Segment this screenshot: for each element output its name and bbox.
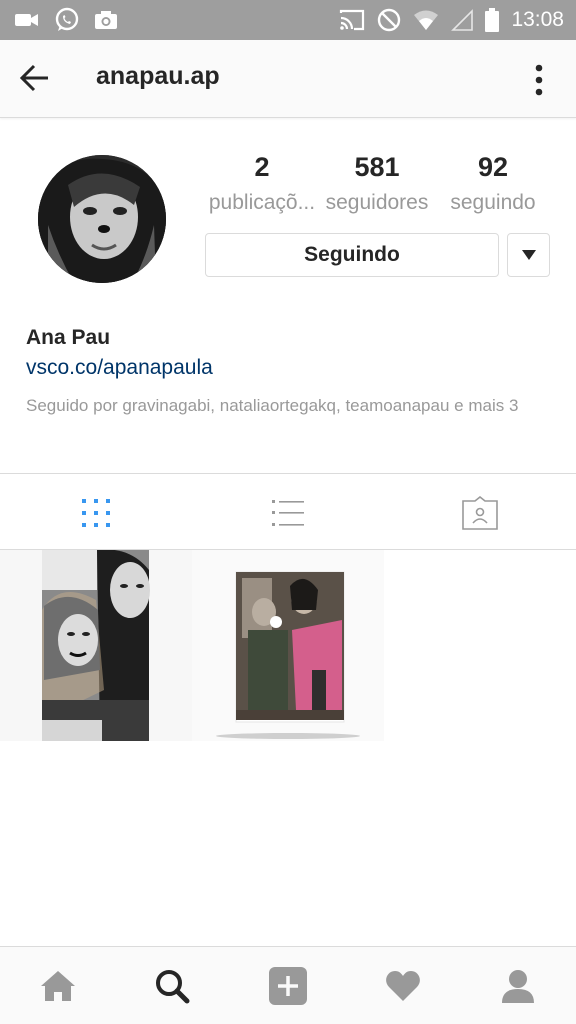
profile-icon bbox=[502, 970, 534, 1003]
post-image bbox=[192, 550, 384, 741]
stat-following[interactable]: 92 seguindo bbox=[444, 152, 542, 215]
stat-following-value: 92 bbox=[477, 152, 509, 182]
top-bar: anapau.ap bbox=[0, 40, 576, 118]
nav-activity[interactable] bbox=[381, 965, 425, 1007]
profile-username: anapau.ap bbox=[96, 62, 220, 90]
avatar[interactable] bbox=[38, 155, 166, 283]
avatar-photo bbox=[38, 155, 166, 283]
nav-search[interactable] bbox=[150, 965, 194, 1007]
grid-icon bbox=[82, 499, 110, 527]
list-icon bbox=[272, 500, 304, 526]
bottom-navigation bbox=[0, 946, 576, 1024]
battery-icon bbox=[485, 8, 500, 32]
stat-followers-label: seguidores bbox=[325, 191, 429, 214]
profile-full-name: Ana Pau bbox=[26, 326, 111, 349]
triangle-down-icon bbox=[521, 250, 536, 260]
stat-followers-value: 581 bbox=[354, 152, 400, 182]
arrow-left-icon bbox=[19, 64, 48, 92]
home-icon bbox=[41, 971, 75, 1001]
tab-grid[interactable] bbox=[66, 488, 126, 538]
bio-link[interactable]: vsco.co/apanapaula bbox=[26, 356, 213, 380]
status-bar: 13:08 bbox=[0, 0, 576, 40]
search-icon bbox=[156, 970, 190, 1004]
stat-posts-value: 2 bbox=[254, 152, 270, 182]
followed-by-text[interactable]: Seguido por gravinagabi, nataliaortegakq… bbox=[26, 392, 536, 419]
stat-posts-label: publicaçõ... bbox=[208, 191, 316, 214]
post-thumbnail[interactable] bbox=[192, 550, 384, 741]
nav-profile[interactable] bbox=[496, 965, 540, 1007]
status-time: 13:08 bbox=[511, 8, 564, 31]
post-image bbox=[0, 550, 192, 741]
whatsapp-icon bbox=[55, 7, 79, 31]
camera-icon bbox=[95, 11, 117, 29]
more-vertical-icon bbox=[535, 64, 543, 96]
do-not-disturb-icon bbox=[378, 8, 401, 32]
more-options-button[interactable] bbox=[524, 60, 554, 100]
nav-new-post[interactable] bbox=[266, 965, 310, 1007]
stat-following-label: seguindo bbox=[450, 191, 536, 214]
add-post-icon bbox=[269, 967, 307, 1005]
cast-icon bbox=[340, 9, 365, 31]
stat-posts: 2 publicaçõ... bbox=[204, 152, 320, 215]
wifi-icon bbox=[414, 10, 439, 30]
tab-list[interactable] bbox=[258, 488, 318, 538]
stat-followers[interactable]: 581 seguidores bbox=[320, 152, 434, 215]
video-icon bbox=[15, 14, 38, 26]
heart-icon bbox=[386, 971, 420, 1001]
following-button[interactable]: Seguindo bbox=[205, 233, 499, 277]
back-button[interactable] bbox=[18, 62, 58, 96]
tab-tagged[interactable] bbox=[450, 488, 510, 538]
divider bbox=[0, 473, 576, 474]
signal-icon bbox=[451, 9, 474, 31]
tagged-person-icon bbox=[462, 496, 498, 530]
suggestions-dropdown-button[interactable] bbox=[507, 233, 550, 277]
post-thumbnail[interactable] bbox=[0, 550, 192, 741]
nav-home[interactable] bbox=[36, 965, 80, 1007]
